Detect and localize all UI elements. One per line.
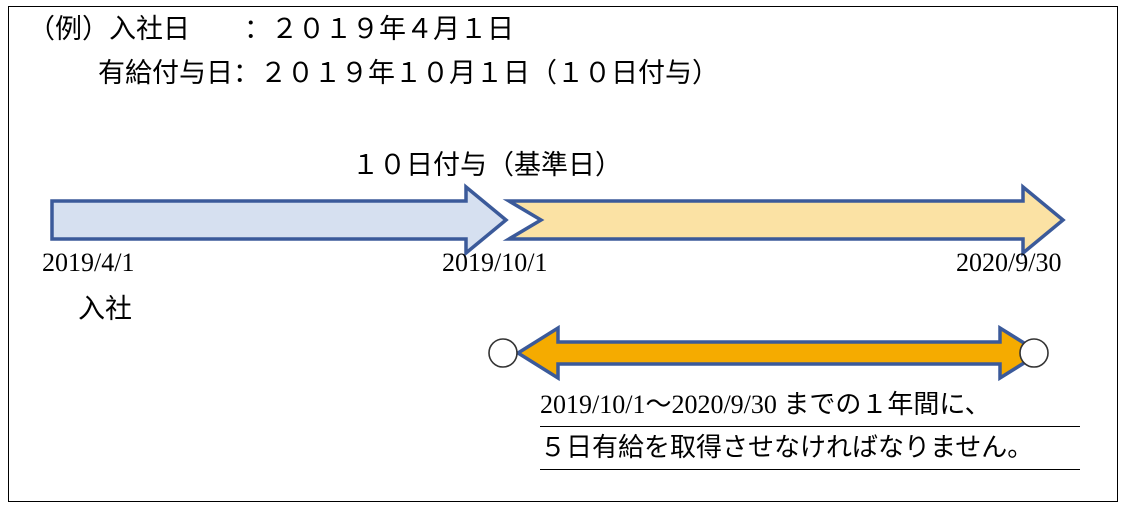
- diagram-canvas: （例）入社日 ：２０１９年４月１日 有給付与日：２０１９年１０月１日（１０日付与…: [0, 0, 1128, 513]
- obligation-caption-line-2: ５日有給を取得させなければなりません。: [540, 427, 1080, 470]
- pre-grant-period-arrow: [50, 183, 509, 257]
- grant-year-period-arrow: [502, 183, 1066, 257]
- obligation-end-marker-icon: [1019, 338, 1049, 368]
- obligation-caption: 2019/10/1～2020/9/30 までの１年間に、 ５日有給を取得させなけ…: [540, 384, 1080, 470]
- obligation-caption-line-1: 2019/10/1～2020/9/30 までの１年間に、: [540, 384, 1080, 427]
- timeline-date-middle: 2019/10/1: [442, 248, 548, 277]
- timeline-date-start: 2019/4/1: [42, 248, 135, 277]
- timeline-date-end: 2020/9/30: [956, 248, 1062, 277]
- joining-company-label: 入社: [78, 294, 132, 324]
- obligation-double-arrow: [514, 324, 1044, 382]
- obligation-start-marker-icon: [488, 338, 518, 368]
